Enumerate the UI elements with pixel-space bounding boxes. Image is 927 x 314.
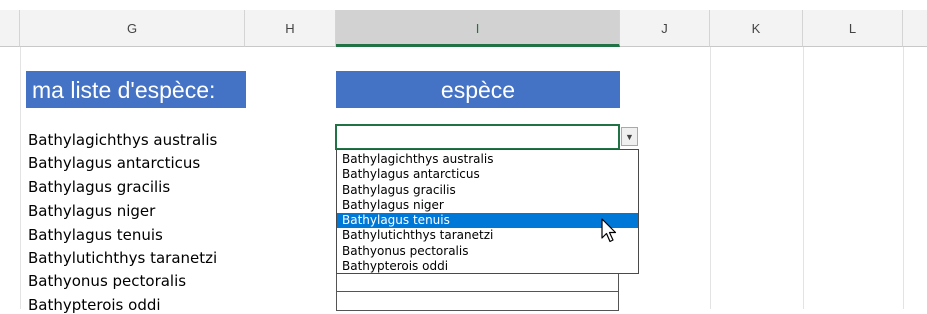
ribbon-edge xyxy=(0,0,927,9)
dropdown-option[interactable]: Bathylagichthys australis xyxy=(337,152,638,167)
species-cell-title: espèce xyxy=(336,71,620,108)
list-item[interactable]: Bathylagichthys australis xyxy=(28,131,217,149)
dropdown-option[interactable]: Bathylutichthys taranetzi xyxy=(337,228,638,243)
dropdown-option[interactable]: Bathylagus antarcticus xyxy=(337,167,638,182)
active-cell-input[interactable] xyxy=(335,124,620,150)
list-item[interactable]: Bathyonus pectoralis xyxy=(28,272,186,290)
dropdown-option-highlighted[interactable]: Bathylagus tenuis xyxy=(337,213,638,229)
dropdown-arrow-icon[interactable]: ▼ xyxy=(621,127,638,146)
gridline xyxy=(710,47,711,309)
list-item[interactable]: Bathylagus gracilis xyxy=(28,178,170,196)
list-item[interactable]: Bathylagus niger xyxy=(28,202,155,220)
column-header-partial-right xyxy=(903,10,927,47)
dropdown-option[interactable]: Bathylagus niger xyxy=(337,198,638,213)
column-header-bar: G H I J K L xyxy=(0,0,927,47)
column-header-partial xyxy=(0,10,20,47)
table-cell[interactable] xyxy=(336,291,619,311)
column-header-l[interactable]: L xyxy=(803,10,903,47)
dropdown-option[interactable]: Bathypterois oddi xyxy=(337,259,638,274)
list-item[interactable]: Bathypterois oddi xyxy=(28,296,161,314)
list-item[interactable]: Bathylagus antarcticus xyxy=(28,154,200,172)
dropdown-option[interactable]: Bathyonus pectoralis xyxy=(337,244,638,259)
column-header-k[interactable]: K xyxy=(710,10,803,47)
gridline xyxy=(903,47,904,309)
validation-dropdown-list[interactable]: Bathylagichthys australis Bathylagus ant… xyxy=(336,149,639,274)
gridline xyxy=(803,47,804,309)
list-item[interactable]: Bathylutichthys taranetzi xyxy=(28,249,217,267)
list-item[interactable]: Bathylagus tenuis xyxy=(28,226,163,244)
gridline xyxy=(20,47,21,309)
mouse-pointer-icon xyxy=(601,218,617,243)
column-header-i[interactable]: I xyxy=(336,10,620,47)
table-cell[interactable] xyxy=(336,273,619,292)
column-header-h[interactable]: H xyxy=(245,10,336,47)
dropdown-option[interactable]: Bathylagus gracilis xyxy=(337,183,638,198)
column-header-g[interactable]: G xyxy=(20,10,245,47)
species-list-title: ma liste d'espèce: xyxy=(26,71,246,108)
column-header-j[interactable]: J xyxy=(620,10,710,47)
